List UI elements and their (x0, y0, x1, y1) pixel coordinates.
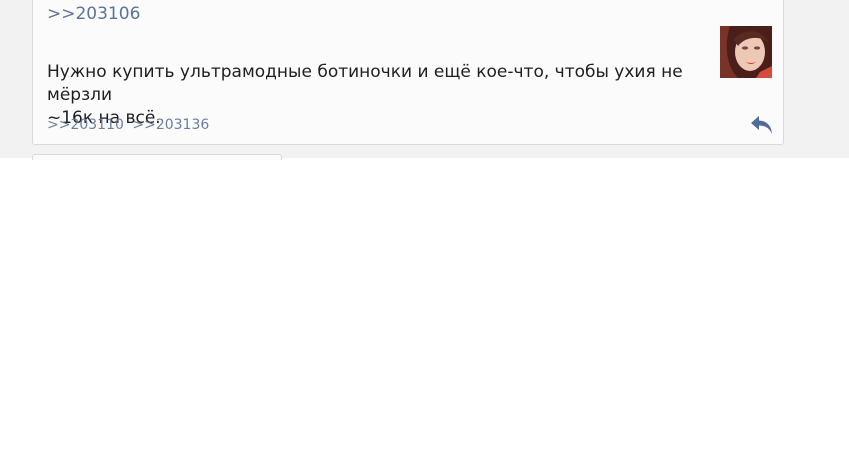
post-card: >>203106 Нужно купить ультрамодные ботин… (32, 0, 784, 145)
reply-arrow-icon (751, 116, 772, 134)
post-thumbnail[interactable] (720, 26, 772, 78)
quote-link[interactable]: >>203106 (47, 4, 140, 24)
post-message-line-1: Нужно купить ультрамодные ботиночки и ещ… (47, 62, 683, 105)
avatar-photo-icon (720, 26, 772, 78)
next-post-card (32, 154, 282, 160)
reply-link[interactable]: >>203136 (132, 117, 209, 133)
reply-link[interactable]: >>203110 (47, 117, 124, 133)
reply-button[interactable] (750, 114, 774, 136)
reply-links: >>203110 >>203136 (47, 117, 213, 133)
